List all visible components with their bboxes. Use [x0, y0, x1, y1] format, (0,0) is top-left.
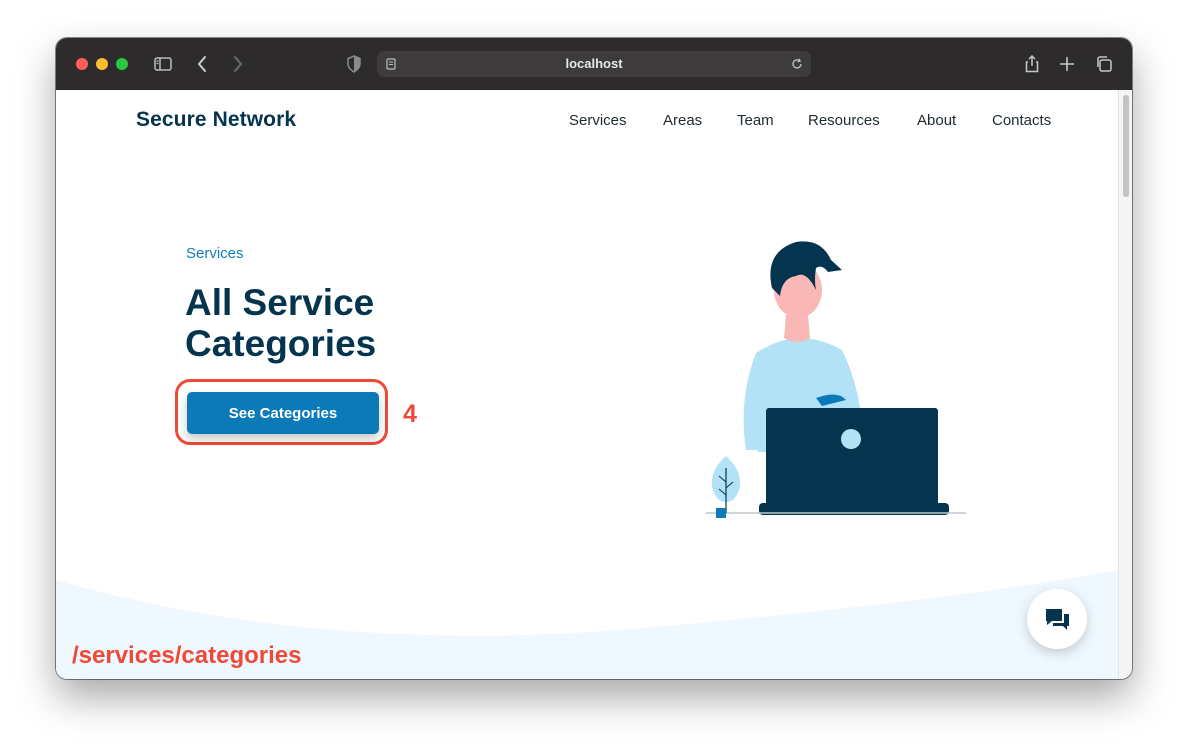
person-laptop-illustration: [706, 241, 966, 518]
chat-icon: [1046, 609, 1069, 630]
browser-window: localhost Secure Network Services Areas …: [56, 38, 1132, 679]
scrollbar-thumb[interactable]: [1123, 95, 1129, 197]
minimize-window-button[interactable]: [96, 58, 108, 70]
page-viewport: Secure Network Services Areas Team Resou…: [56, 90, 1118, 679]
nav-resources[interactable]: Resources: [808, 112, 880, 129]
sidebar-icon[interactable]: [152, 53, 174, 75]
back-icon[interactable]: [192, 53, 214, 75]
step-number: 4: [403, 400, 417, 428]
tabs-icon[interactable]: [1093, 53, 1115, 75]
nav-services[interactable]: Services: [569, 112, 627, 129]
nav-team[interactable]: Team: [737, 112, 774, 129]
site-logo[interactable]: Secure Network: [136, 108, 296, 132]
see-categories-button[interactable]: See Categories: [187, 392, 379, 434]
route-label: /services/categories: [72, 642, 302, 669]
nav-about[interactable]: About: [917, 112, 956, 129]
page-scrollbar[interactable]: [1118, 90, 1132, 679]
reload-icon[interactable]: [790, 57, 804, 71]
new-tab-icon[interactable]: [1056, 53, 1078, 75]
shield-icon[interactable]: [343, 53, 365, 75]
nav-contacts[interactable]: Contacts: [992, 112, 1051, 129]
chat-button[interactable]: [1027, 589, 1087, 649]
address-bar[interactable]: localhost: [377, 51, 811, 77]
address-text: localhost: [565, 56, 623, 71]
forward-icon[interactable]: [226, 53, 248, 75]
close-window-button[interactable]: [76, 58, 88, 70]
share-icon[interactable]: [1021, 53, 1043, 75]
page-title: All Service Categories: [185, 282, 377, 364]
hero-eyebrow: Services: [186, 245, 244, 262]
browser-toolbar: localhost: [56, 38, 1132, 90]
zoom-window-button[interactable]: [116, 58, 128, 70]
nav-areas[interactable]: Areas: [663, 112, 702, 129]
